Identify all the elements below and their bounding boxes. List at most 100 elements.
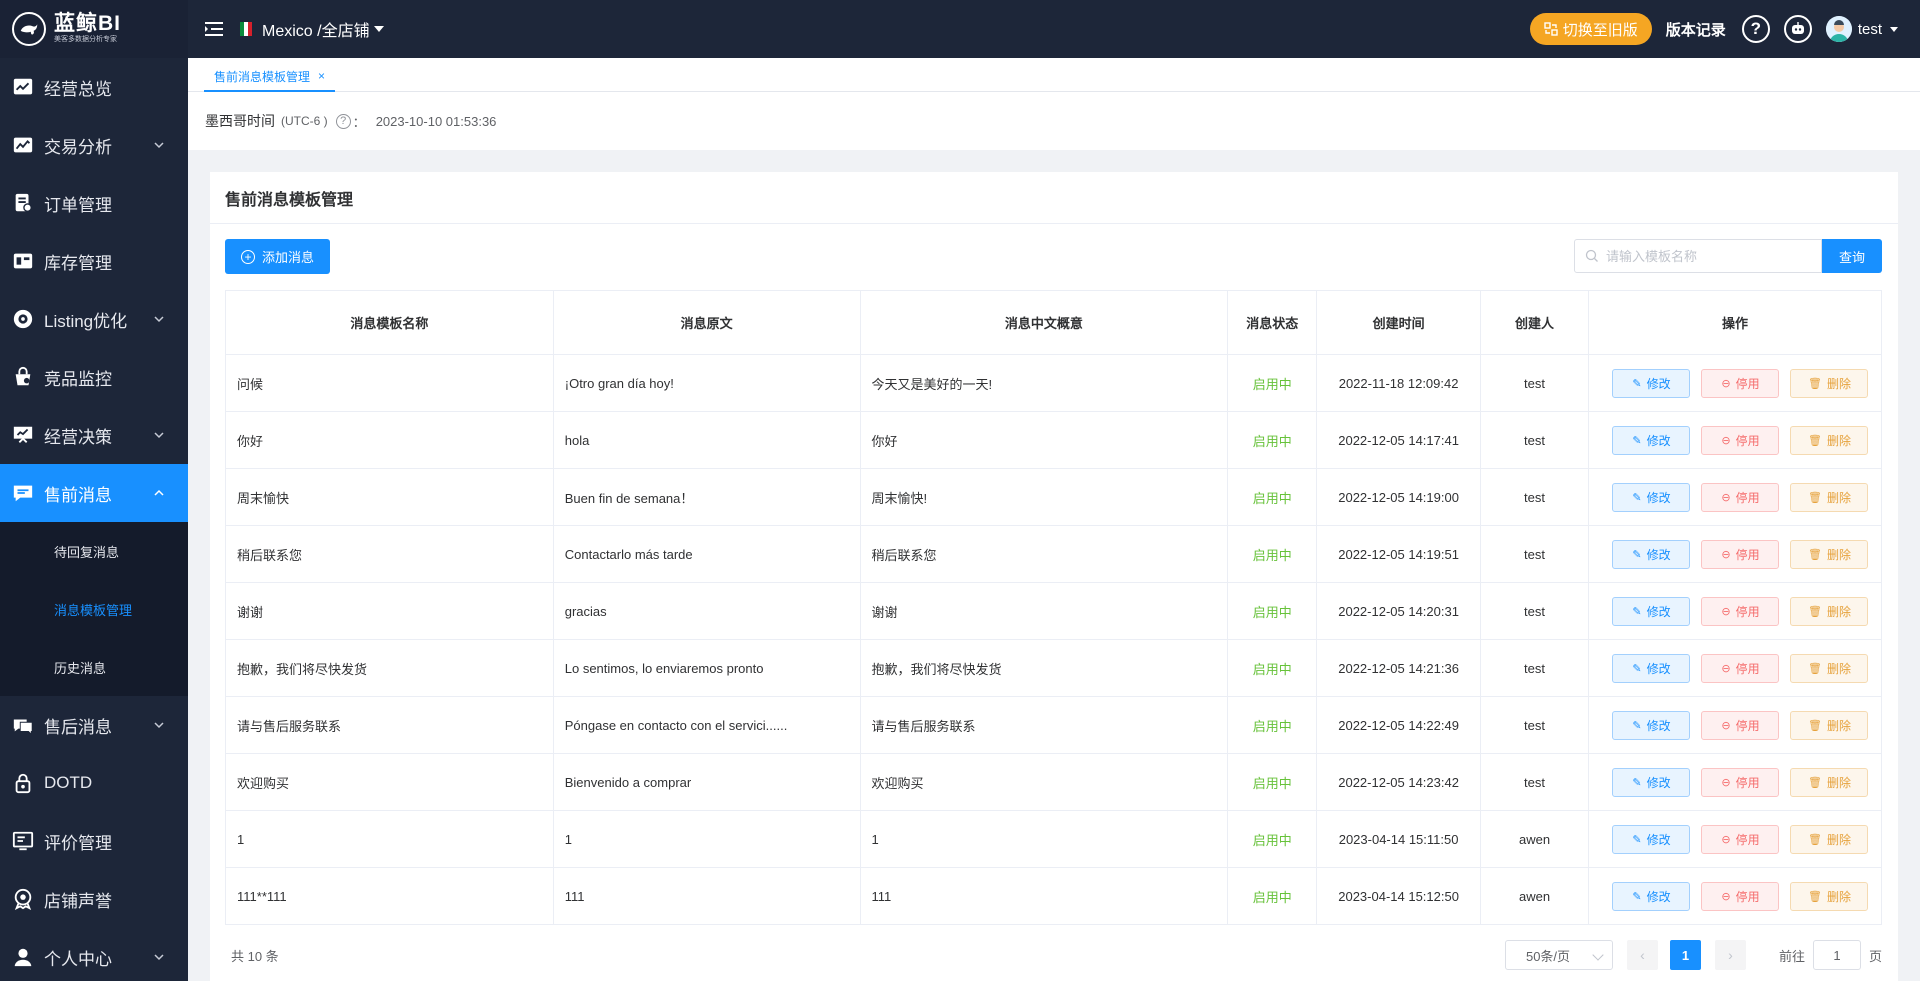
store-selector[interactable]: Mexico /全店铺 bbox=[262, 17, 384, 41]
edit-button[interactable]: ✎ 修改 bbox=[1612, 881, 1691, 911]
sidebar-item-overview[interactable]: 经营总览 bbox=[0, 58, 188, 116]
delete-button[interactable]: 🗑 删除 bbox=[1790, 596, 1869, 626]
delete-button[interactable]: 🗑 删除 bbox=[1790, 425, 1869, 455]
menu-toggle-icon[interactable] bbox=[204, 20, 224, 38]
edit-button[interactable]: ✎ 修改 bbox=[1612, 653, 1691, 683]
close-icon[interactable]: × bbox=[318, 69, 325, 83]
cell-creator: awen bbox=[1480, 810, 1589, 868]
sidebar-item-inventory[interactable]: 库存管理 bbox=[0, 232, 188, 290]
pagination: 共 10 条 50条/页 ‹ 1 › 前往 页 bbox=[225, 940, 1882, 970]
goto-page-input[interactable] bbox=[1812, 940, 1861, 970]
sidebar-item-competitor-monitor[interactable]: 竞品监控 bbox=[0, 348, 188, 406]
edit-button[interactable]: ✎ 修改 bbox=[1612, 539, 1691, 569]
table-row: 稍后联系您 Contactarlo más tarde 稍后联系您 启用中 20… bbox=[225, 525, 1883, 583]
edit-button[interactable]: ✎ 修改 bbox=[1612, 824, 1691, 854]
delete-button[interactable]: 🗑 删除 bbox=[1790, 653, 1869, 683]
edit-icon: ✎ bbox=[1632, 605, 1642, 618]
search-button[interactable]: 查询 bbox=[1822, 239, 1882, 273]
edit-button[interactable]: ✎ 修改 bbox=[1612, 368, 1691, 398]
sidebar-item-trade-analysis[interactable]: 交易分析 bbox=[0, 116, 188, 174]
edit-label: 修改 bbox=[1646, 433, 1671, 448]
disable-button[interactable]: ⊖ 停用 bbox=[1701, 881, 1780, 911]
page-size-select[interactable]: 50条/页 bbox=[1504, 940, 1613, 970]
delete-button[interactable]: 🗑 删除 bbox=[1790, 539, 1869, 569]
table-row: 谢谢 gracias 谢谢 启用中 2022-12-05 14:20:31 te… bbox=[225, 582, 1883, 640]
submenu-item-pending[interactable]: 待回复消息 bbox=[0, 522, 188, 580]
sidebar-item-dotd[interactable]: DOTD bbox=[0, 754, 188, 812]
sidebar-item-reviews[interactable]: 评价管理 bbox=[0, 812, 188, 870]
disable-button[interactable]: ⊖ 停用 bbox=[1701, 368, 1780, 398]
edit-button[interactable]: ✎ 修改 bbox=[1612, 596, 1691, 626]
sidebar-item-label: Listing优化 bbox=[44, 311, 128, 331]
disable-label: 停用 bbox=[1735, 547, 1760, 562]
review-icon bbox=[12, 830, 34, 852]
disable-button[interactable]: ⊖ 停用 bbox=[1701, 653, 1780, 683]
avatar[interactable] bbox=[1825, 16, 1852, 42]
disable-label: 停用 bbox=[1735, 775, 1760, 790]
edit-button[interactable]: ✎ 修改 bbox=[1612, 710, 1691, 740]
edit-button[interactable]: ✎ 修改 bbox=[1612, 425, 1691, 455]
sidebar-item-reputation[interactable]: 店铺声誉 bbox=[0, 870, 188, 928]
disable-button[interactable]: ⊖ 停用 bbox=[1701, 824, 1780, 854]
sidebar-item-aftersale-messages[interactable]: 售后消息 bbox=[0, 696, 188, 754]
page-number-current[interactable]: 1 bbox=[1669, 940, 1701, 970]
delete-label: 删除 bbox=[1826, 718, 1851, 733]
cell-original-text: Buen fin de semana！ bbox=[552, 468, 861, 526]
chatbot-icon[interactable] bbox=[1783, 15, 1812, 43]
delete-button[interactable]: 🗑 删除 bbox=[1790, 824, 1869, 854]
delete-button[interactable]: 🗑 删除 bbox=[1790, 368, 1869, 398]
user-menu[interactable]: test bbox=[1858, 21, 1898, 38]
version-history-link[interactable]: 版本记录 bbox=[1666, 19, 1726, 40]
edit-button[interactable]: ✎ 修改 bbox=[1612, 482, 1691, 512]
add-message-button[interactable]: + 添加消息 bbox=[225, 239, 331, 274]
delete-button[interactable]: 🗑 删除 bbox=[1790, 881, 1869, 911]
delete-label: 删除 bbox=[1826, 490, 1851, 505]
sidebar-item-label: 个人中心 bbox=[44, 949, 112, 969]
goto-label: 前往 bbox=[1778, 948, 1805, 964]
cell-created-time: 2023-04-14 15:11:50 bbox=[1316, 810, 1482, 868]
delete-button[interactable]: 🗑 删除 bbox=[1790, 710, 1869, 740]
cell-original-text: 111 bbox=[552, 867, 861, 925]
sidebar-item-presale-messages[interactable]: 售前消息 bbox=[0, 464, 188, 522]
cell-actions: ✎ 修改 ⊖ 停用 🗑 删除 bbox=[1587, 639, 1883, 697]
sidebar-item-decision[interactable]: 经营决策 bbox=[0, 406, 188, 464]
help-icon[interactable]: ? bbox=[1741, 15, 1770, 43]
search-input[interactable] bbox=[1606, 248, 1806, 264]
disable-button[interactable]: ⊖ 停用 bbox=[1701, 482, 1780, 512]
disable-button[interactable]: ⊖ 停用 bbox=[1701, 539, 1780, 569]
cell-created-time: 2022-12-05 14:22:49 bbox=[1316, 696, 1482, 754]
sidebar-item-profile[interactable]: 个人中心 bbox=[0, 928, 188, 981]
cell-status: 启用中 bbox=[1227, 810, 1318, 868]
minus-circle-icon: ⊖ bbox=[1721, 833, 1731, 846]
caret-down-icon bbox=[1890, 26, 1898, 32]
search-icon bbox=[1585, 249, 1598, 262]
sidebar-item-orders[interactable]: 订单管理 bbox=[0, 174, 188, 232]
edit-icon: ✎ bbox=[1632, 776, 1642, 789]
disable-button[interactable]: ⊖ 停用 bbox=[1701, 767, 1780, 797]
disable-button[interactable]: ⊖ 停用 bbox=[1701, 425, 1780, 455]
cell-chinese-summary: 谢谢 bbox=[859, 582, 1229, 640]
disable-button[interactable]: ⊖ 停用 bbox=[1701, 710, 1780, 740]
tab-template-management[interactable]: 售前消息模板管理 × bbox=[204, 62, 336, 92]
presale-submenu: 待回复消息 消息模板管理 历史消息 bbox=[0, 522, 188, 696]
mexico-flag-icon bbox=[240, 22, 252, 36]
minus-circle-icon: ⊖ bbox=[1721, 776, 1731, 789]
switch-old-version-button[interactable]: 切换至旧版 bbox=[1529, 13, 1652, 45]
next-page-button[interactable]: › bbox=[1714, 940, 1746, 970]
delete-button[interactable]: 🗑 删除 bbox=[1790, 767, 1869, 797]
cell-original-text: ¡Otro gran día hoy! bbox=[552, 354, 861, 412]
cell-template-name: 你好 bbox=[225, 411, 554, 469]
disable-button[interactable]: ⊖ 停用 bbox=[1701, 596, 1780, 626]
sidebar-item-listing[interactable]: Listing优化 bbox=[0, 290, 188, 348]
listing-icon bbox=[12, 308, 34, 330]
lock-icon bbox=[12, 772, 34, 794]
top-header: Mexico /全店铺 切换至旧版 版本记录 ? test bbox=[188, 0, 1920, 58]
question-icon[interactable]: ? bbox=[335, 113, 351, 129]
prev-page-button[interactable]: ‹ bbox=[1626, 940, 1658, 970]
logo[interactable]: 蓝鲸BI 美客多数据分析专家 bbox=[0, 0, 188, 58]
submenu-item-history[interactable]: 历史消息 bbox=[0, 638, 188, 696]
delete-button[interactable]: 🗑 删除 bbox=[1790, 482, 1869, 512]
edit-icon: ✎ bbox=[1632, 491, 1642, 504]
submenu-item-template-management[interactable]: 消息模板管理 bbox=[0, 580, 188, 638]
edit-button[interactable]: ✎ 修改 bbox=[1612, 767, 1691, 797]
